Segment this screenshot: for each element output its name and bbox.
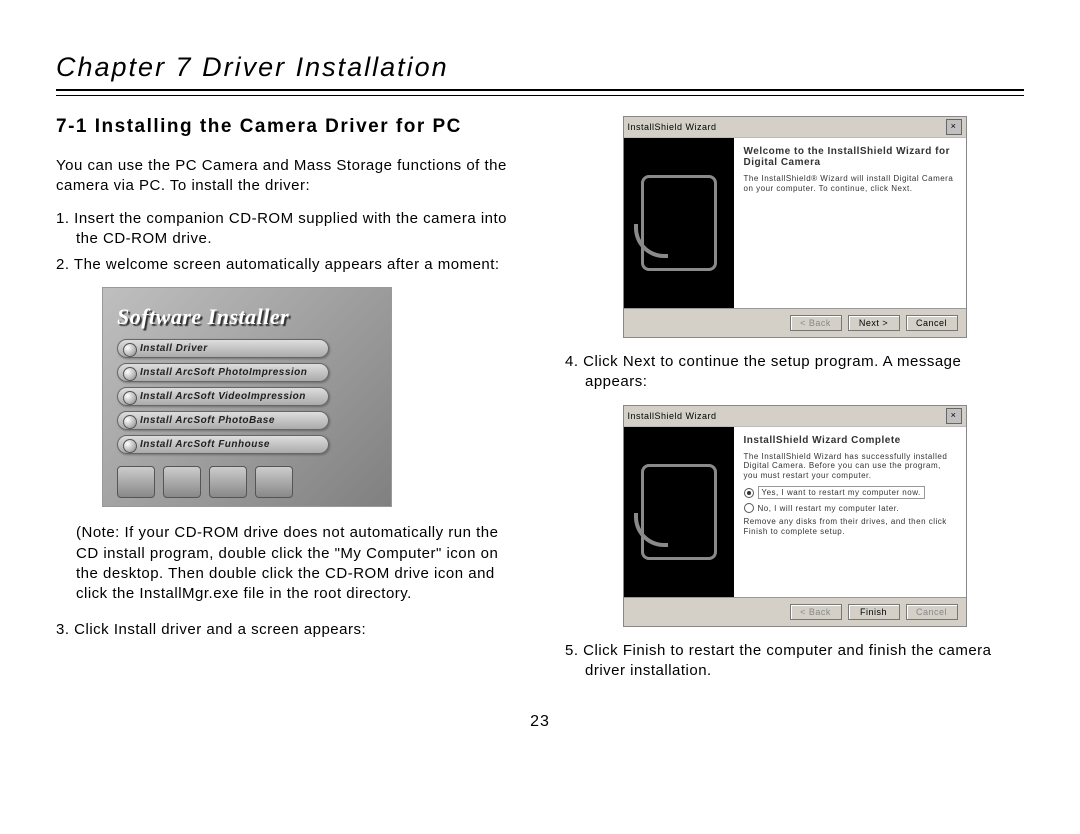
right-column: InstallShield Wizard × Welcome to the In… — [565, 116, 1024, 693]
wizard-complete-screenshot: InstallShield Wizard × InstallShield Wiz… — [623, 405, 967, 627]
divider — [56, 89, 1024, 96]
next-button: Next > — [848, 315, 900, 331]
wizard-body-text2: Remove any disks from their drives, and … — [744, 517, 956, 536]
wizard-welcome-screenshot: InstallShield Wizard × Welcome to the In… — [623, 116, 967, 338]
step-4: 4. Click Next to continue the setup prog… — [565, 352, 1024, 393]
radio-no-icon — [744, 503, 754, 513]
radio-yes-icon — [744, 488, 754, 498]
cancel-button: Cancel — [906, 315, 958, 331]
software-installer-screenshot: Software Installer Install Driver Instal… — [102, 287, 392, 507]
section-title: 7-1 Installing the Camera Driver for PC — [56, 116, 515, 138]
close-icon: × — [946, 119, 962, 135]
installer-icons-row — [117, 466, 377, 498]
installer-button-photobase: Install ArcSoft PhotoBase — [117, 411, 329, 430]
finish-button: Finish — [848, 604, 900, 620]
close-icon: × — [946, 408, 962, 424]
cancel-button: Cancel — [906, 604, 958, 620]
wizard-side-graphic — [624, 427, 734, 597]
installer-button-funhouse: Install ArcSoft Funhouse — [117, 435, 329, 454]
wizard-body-text: The InstallShield Wizard has successfull… — [744, 452, 956, 481]
step-2: 2. The welcome screen automatically appe… — [56, 255, 515, 275]
wizard-heading: Welcome to the InstallShield Wizard for … — [744, 146, 956, 168]
radio-no-label: No, I will restart my computer later. — [758, 504, 900, 513]
installer-button-driver: Install Driver — [117, 339, 329, 358]
left-column: 7-1 Installing the Camera Driver for PC … — [56, 116, 515, 693]
note-text: (Note: If your CD-ROM drive does not aut… — [56, 523, 515, 604]
installer-thumb — [255, 466, 293, 498]
wizard-titlebar-text: InstallShield Wizard — [628, 411, 717, 421]
installer-title: Software Installer — [117, 304, 377, 330]
wizard-titlebar-text: InstallShield Wizard — [628, 122, 717, 132]
installer-thumb — [163, 466, 201, 498]
installer-button-videoimpression: Install ArcSoft VideoImpression — [117, 387, 329, 406]
wizard-heading: InstallShield Wizard Complete — [744, 435, 956, 446]
chapter-title: Chapter 7 Driver Installation — [56, 52, 1024, 83]
step-1: 1. Insert the companion CD-ROM supplied … — [56, 209, 515, 250]
installer-thumb — [209, 466, 247, 498]
back-button: < Back — [790, 604, 842, 620]
intro-text: You can use the PC Camera and Mass Stora… — [56, 156, 515, 197]
wizard-body-text: The InstallShield® Wizard will install D… — [744, 174, 956, 193]
radio-yes-label: Yes, I want to restart my computer now. — [758, 486, 925, 499]
wizard-side-graphic — [624, 138, 734, 308]
step-5: 5. Click Finish to restart the computer … — [565, 641, 1024, 682]
installer-button-photoimpression: Install ArcSoft PhotoImpression — [117, 363, 329, 382]
step-3: 3. Click Install driver and a screen app… — [56, 620, 515, 640]
page-number: 23 — [56, 713, 1024, 731]
back-button: < Back — [790, 315, 842, 331]
installer-thumb — [117, 466, 155, 498]
